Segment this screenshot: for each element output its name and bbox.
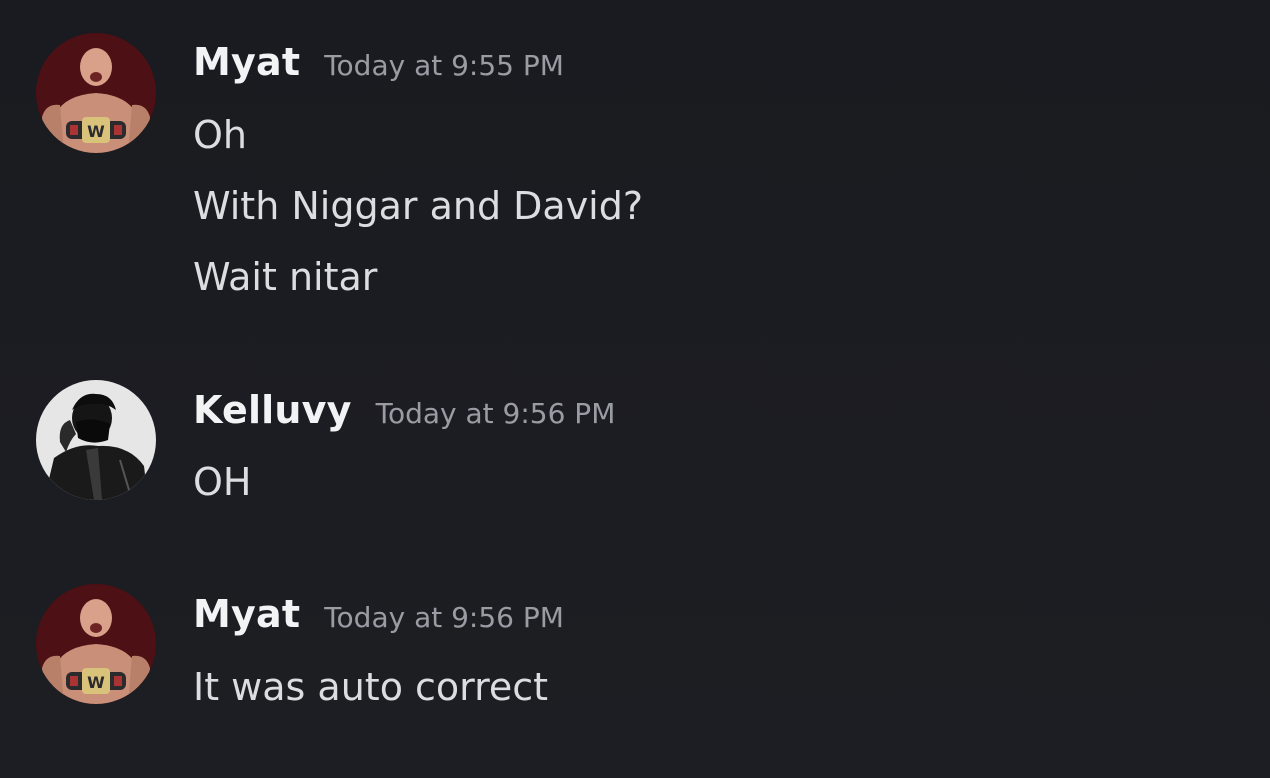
timestamp: Today at 9:56 PM [324,601,564,634]
username[interactable]: Kelluvy [193,388,352,432]
username[interactable]: Myat [193,592,300,636]
svg-text:W: W [87,673,105,692]
timestamp: Today at 9:55 PM [324,49,564,82]
avatar-myat[interactable]: W [36,33,156,153]
avatar-kelluvy[interactable] [36,380,156,500]
chat-log: W Myat Today at 9:55 PM Oh With Niggar a… [0,0,1270,778]
message-text: Oh [193,113,247,157]
wrestler-avatar-image: W [36,584,156,704]
timestamp: Today at 9:56 PM [375,397,616,430]
message-text: OH [193,460,252,504]
username[interactable]: Myat [193,40,300,84]
message-text: It was auto correct [193,665,549,709]
message-header: Myat Today at 9:56 PM [193,592,564,636]
wrestler-avatar-image: W [36,33,156,153]
message-header: Myat Today at 9:55 PM [193,40,564,84]
avatar-myat[interactable]: W [36,584,156,704]
message-text: With Niggar and David? [193,184,644,228]
message-header: Kelluvy Today at 9:56 PM [193,388,615,432]
svg-text:W: W [87,122,105,141]
message-text: Wait nitar [193,255,378,299]
masked-person-avatar-image [36,380,156,500]
